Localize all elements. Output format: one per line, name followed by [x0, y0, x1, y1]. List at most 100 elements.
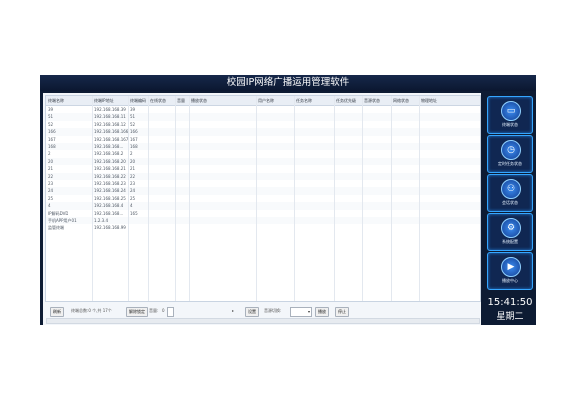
table-cell: 22	[48, 173, 54, 179]
column-header[interactable]: 物理地址	[421, 96, 437, 105]
nav-icon-glyph: ◷	[507, 145, 515, 155]
table-cell: 192.168.168.39	[94, 107, 126, 112]
nav-label: 终端状态	[502, 122, 518, 127]
table-cell: 23	[48, 181, 54, 186]
column-divider	[334, 96, 335, 301]
table-cell: 192.168.168.21	[94, 166, 126, 172]
chevron-down-icon: ▾	[307, 309, 310, 314]
nav-button-4[interactable]: ⚙ 系统配置	[487, 213, 533, 251]
table-row[interactable]: 25 192.168.168.25 25	[46, 195, 480, 202]
refresh-button[interactable]: 刷新	[50, 307, 64, 317]
nav-button-1[interactable]: ▭ 终端状态	[487, 96, 533, 134]
table-row[interactable]: 168 192.168.168... 168	[46, 143, 480, 151]
table-cell: 2	[48, 151, 51, 157]
column-divider	[362, 96, 363, 301]
column-header[interactable]: 终端IP地址	[94, 96, 114, 105]
stop-button[interactable]: 停止	[335, 307, 349, 317]
table-cell: 20	[48, 158, 54, 164]
nav-button-5[interactable]: ▶ 播放中心	[487, 252, 533, 290]
table-cell: 166	[130, 129, 138, 135]
table-row[interactable]: 167 192.168.168.167 167	[46, 136, 480, 143]
table-cell: 51	[130, 114, 136, 120]
volume-stepper[interactable]	[167, 307, 174, 317]
table-cell: 1.2.3.4	[94, 218, 108, 223]
table-cell: 2	[130, 151, 133, 157]
table-cell: 手机APP用户01	[48, 218, 77, 223]
column-header[interactable]: 任务名称	[296, 96, 312, 105]
table-cell: 20	[130, 158, 136, 164]
nav-label: 系统配置	[502, 239, 518, 244]
table-cell: 167	[130, 136, 138, 142]
column-header[interactable]: 用户名称	[258, 96, 274, 105]
column-divider	[189, 96, 190, 301]
clock-weekday: 星期二	[496, 312, 524, 322]
table-row[interactable]: IP解码DVD 192.168.168... 165	[46, 210, 480, 217]
table-cell: 24	[130, 188, 136, 194]
table-cell: 51	[48, 114, 54, 120]
table-row[interactable]: 39 192.168.168.39 39	[46, 106, 480, 113]
table-cell: 192.168.168.22	[94, 173, 126, 179]
table-row[interactable]: 20 192.168.168.20 20	[46, 157, 480, 166]
table-cell: 168	[130, 144, 138, 149]
column-header[interactable]: 在线状态	[150, 96, 166, 105]
table-cell: 192.168.168...	[94, 144, 124, 149]
table-cell: 23	[130, 181, 136, 186]
play-button[interactable]: 播放	[315, 307, 329, 317]
table-cell: 192.168.168.24	[94, 188, 126, 194]
table-cell: 192.168.168.12	[94, 121, 126, 127]
unlock-button[interactable]: 解除锁定	[126, 307, 148, 317]
table-row[interactable]: 51 192.168.168.11 51	[46, 113, 480, 121]
table-row[interactable]: 52 192.168.168.12 52	[46, 121, 480, 128]
table-cell: 25	[130, 195, 136, 201]
nav-button-2[interactable]: ◷ 定时任务状态	[487, 135, 533, 173]
table-row[interactable]: 24 192.168.168.24 24	[46, 187, 480, 195]
table-cell: 192.168.168...	[94, 210, 124, 216]
column-header[interactable]: 任务优先级	[336, 96, 356, 105]
column-header[interactable]: 音量	[177, 96, 185, 105]
column-header[interactable]: 播放状态	[191, 96, 207, 105]
nav-button-3[interactable]: ⚇ 会话状态	[487, 174, 533, 212]
nav-label: 会话状态	[502, 200, 518, 205]
set-volume-button[interactable]: 设置	[245, 307, 259, 317]
table-cell: 192.168.168.166	[94, 129, 129, 135]
column-header[interactable]: 终端名称	[48, 96, 64, 105]
table-cell: 25	[48, 195, 54, 201]
column-divider	[256, 96, 257, 301]
table-row[interactable]: 21 192.168.168.21 21	[46, 165, 480, 172]
table-cell: 22	[130, 173, 136, 179]
table-cell: 192.168.168.11	[94, 114, 126, 120]
nav-icon-glyph: ▭	[506, 106, 516, 116]
table-row[interactable]: 22 192.168.168.22 22	[46, 172, 480, 180]
table-row[interactable]: 手机APP用户01 1.2.3.4	[46, 217, 480, 225]
column-header[interactable]: 音源状态	[364, 96, 380, 105]
terminal-count-text: 终端总数:0 个,共 17个	[71, 308, 112, 313]
table-cell: 52	[48, 121, 54, 127]
window-title: 校园IP网络广播运用管理软件	[40, 75, 536, 91]
volume-label: 音量:	[149, 308, 159, 313]
table-cell: 21	[48, 166, 54, 172]
nav-icon-glyph: ▶	[507, 262, 515, 272]
table-cell: 192.168.168.25	[94, 195, 126, 201]
nav-label: 定时任务状态	[498, 161, 522, 166]
main-panel: 终端名称 终端IP地址 终端编码 在线状态 音量 播放状态 用户名称 任务名称 任务优先级 音源状…	[43, 93, 481, 325]
column-divider	[294, 96, 295, 301]
table-cell: 192.168.168.23	[94, 181, 126, 186]
column-divider	[419, 96, 420, 301]
table-row[interactable]: 4 192.168.168.4 4	[46, 202, 480, 210]
column-divider	[148, 96, 149, 301]
column-divider	[128, 96, 129, 301]
audio-source-select[interactable]: ▾	[290, 307, 312, 317]
nav-icon-glyph: ⚇	[506, 184, 516, 194]
table-row[interactable]: 166 192.168.168.166 166	[46, 128, 480, 136]
column-divider	[391, 96, 392, 301]
table-row[interactable]: 23 192.168.168.23 23	[46, 180, 480, 187]
play-icon: ▶	[501, 257, 521, 277]
terminal-table: 终端名称 终端IP地址 终端编码 在线状态 音量 播放状态 用户名称 任务名称 任务优先级 音源状…	[45, 95, 481, 302]
table-row[interactable]: 2 192.168.168.2 2	[46, 150, 480, 157]
volume-value: 0	[162, 308, 165, 313]
column-header[interactable]: 网络状态	[393, 96, 409, 105]
arrow-icon: ▸	[232, 308, 235, 313]
table-cell: 4	[48, 203, 51, 209]
table-row[interactable]: 监管终端 192.168.168.99	[46, 224, 480, 231]
column-header[interactable]: 终端编码	[130, 96, 146, 105]
